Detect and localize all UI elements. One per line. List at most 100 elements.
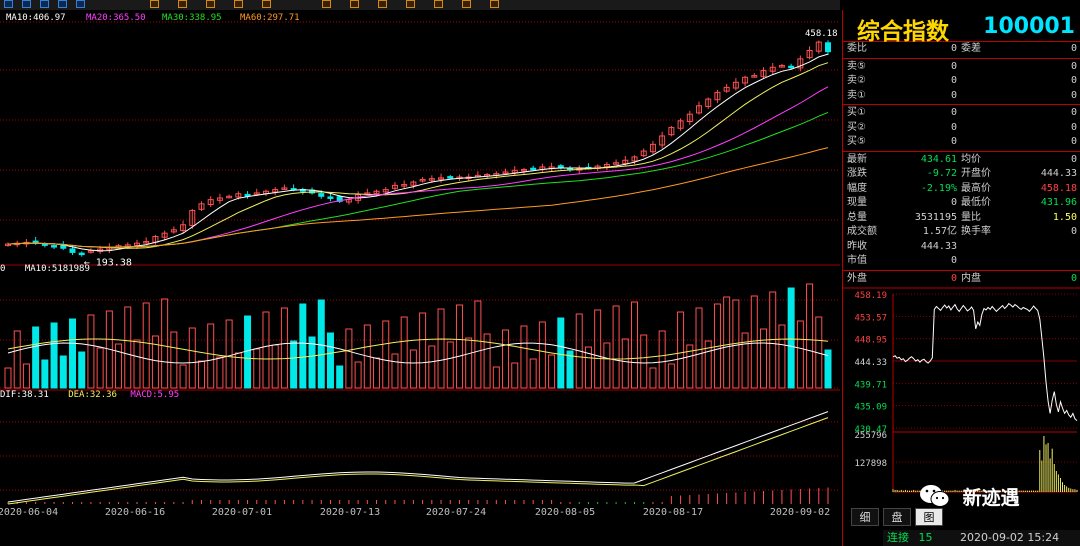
volume-bar	[649, 367, 657, 389]
toolbar-icon-12[interactable]	[350, 0, 359, 8]
quote-value: 1.57亿	[922, 226, 957, 237]
toolbar-icon-16[interactable]	[462, 0, 471, 8]
volume-bar	[59, 355, 67, 389]
quote-value: 0	[1070, 272, 1077, 284]
quote-label: 买⑤	[847, 136, 866, 147]
toolbar-icon-17[interactable]	[490, 0, 499, 8]
quote-label: 量比	[961, 211, 981, 223]
toolbar-icon-14[interactable]	[406, 0, 415, 8]
x-axis-date: 2020-08-17	[643, 507, 703, 516]
macd-dea-label: DEA:32.36	[68, 390, 117, 400]
kline-chart[interactable]: ← 193.38 458.18 2020-06-04 2020-06-16 2020-0…	[0, 10, 840, 516]
volume-legend-left: 0	[0, 264, 6, 274]
volume-bar	[465, 337, 473, 389]
candle-body	[825, 42, 831, 53]
tab-2[interactable]: 盘	[883, 508, 911, 526]
toolbar-icon-13[interactable]	[378, 0, 387, 8]
intraday-chart[interactable]: 458.19453.57448.95444.33439.71435.09430.…	[843, 286, 1080, 512]
volume-bar	[188, 327, 196, 389]
macd-legend: DIF:38.31 DEA:32.36 MACD:5.95	[0, 390, 179, 400]
quote-label: 成交额	[847, 226, 877, 237]
quote-value: 0	[1070, 121, 1077, 133]
volume-bar	[22, 363, 30, 389]
divider	[843, 104, 1080, 105]
toolbar-icon-8[interactable]	[206, 0, 215, 8]
intraday-volume-label: 255796	[854, 431, 887, 441]
toolbar-icon-6[interactable]	[150, 0, 159, 8]
toolbar-icon-4[interactable]	[58, 0, 67, 8]
volume-bar	[612, 305, 620, 389]
watermark-text: 新迹遇	[962, 486, 1020, 509]
volume-bar	[455, 304, 463, 389]
toolbar-icon-5[interactable]	[76, 0, 85, 8]
volume-bar	[299, 303, 307, 389]
toolbar-icon-11[interactable]	[322, 0, 331, 8]
quote-value: 0	[950, 121, 957, 133]
high-price-label: 458.18	[805, 29, 838, 39]
quote-value: 444.33	[920, 240, 957, 252]
quote-value: 431.96	[1040, 197, 1077, 208]
quote-label: 最新	[847, 153, 867, 165]
tab-1[interactable]: 细	[851, 508, 879, 526]
quote-value: 0	[950, 89, 957, 101]
volume-bar	[317, 299, 325, 389]
quote-row: 卖① 0 0	[843, 89, 1080, 104]
ma-line-20	[7, 86, 829, 248]
volume-bar	[50, 322, 58, 389]
quote-value: -9.72	[926, 168, 957, 179]
intraday-price-label: 453.57	[854, 313, 887, 323]
volume-bar	[253, 348, 261, 389]
quote-value: -2.19%	[920, 182, 957, 194]
toolbar-icon-3[interactable]	[40, 0, 49, 8]
intraday-price-label: 439.71	[854, 380, 887, 390]
volume-bar	[271, 344, 279, 389]
quote-value: 0	[950, 107, 957, 118]
quote-row: 外盘 0 内盘 0	[843, 272, 1080, 287]
candle-body	[788, 65, 795, 69]
quote-value: 0	[1070, 75, 1077, 86]
quote-value: 0	[1070, 226, 1077, 237]
toolbar-icon-10[interactable]	[262, 0, 271, 8]
volume-bar	[796, 320, 804, 389]
toolbar-icon-2[interactable]	[22, 0, 31, 8]
volume-bar	[234, 352, 242, 389]
quote-title-bar: 综合指数 100001	[843, 10, 1080, 45]
volume-bar	[667, 363, 675, 389]
volume-bar	[345, 328, 353, 389]
status-datetime: 2020-09-02 15:24	[960, 531, 1060, 544]
quote-row: 卖② 0 0	[843, 74, 1080, 89]
volume-legend-ma10: MA10:5181989	[24, 264, 90, 274]
toolbar-icon-15[interactable]	[434, 0, 443, 8]
toolbar-icon-1[interactable]	[4, 0, 13, 8]
ma-line-5	[7, 53, 829, 252]
quote-value: 3531195	[914, 211, 957, 223]
x-axis-date: 2020-06-16	[105, 507, 165, 516]
x-axis-date: 2020-06-04	[0, 507, 58, 516]
volume-bar	[621, 338, 629, 389]
toolbar-icon-9[interactable]	[234, 0, 243, 8]
volume-bar	[787, 287, 795, 389]
quote-row: 买② 0 0	[843, 121, 1080, 136]
candle-body	[244, 193, 251, 197]
quote-label: 内盘	[961, 272, 981, 284]
volume-bar	[631, 301, 639, 389]
quote-value: 0	[950, 255, 957, 266]
watermark: 新迹遇	[918, 482, 1078, 516]
quote-row: 幅度 -2.19% 最高价 458.18	[843, 182, 1080, 197]
volume-bar	[640, 334, 648, 389]
volume-bar	[133, 339, 141, 389]
index-code: 100001	[983, 14, 1075, 39]
intraday-price-label: 444.33	[854, 358, 887, 368]
volume-bar	[538, 321, 546, 389]
x-axis-date: 2020-08-05	[535, 507, 595, 516]
candle-body	[41, 243, 48, 246]
volume-bar	[179, 364, 187, 389]
candle-body	[557, 165, 564, 169]
volume-bar	[409, 349, 417, 389]
toolbar-icon-7[interactable]	[178, 0, 187, 8]
quote-row: 买⑤ 0 0	[843, 135, 1080, 150]
volume-bar	[354, 361, 362, 389]
volume-bar	[778, 324, 786, 389]
x-axis-date: 2020-07-01	[212, 507, 272, 516]
quote-label: 外盘	[847, 272, 867, 284]
